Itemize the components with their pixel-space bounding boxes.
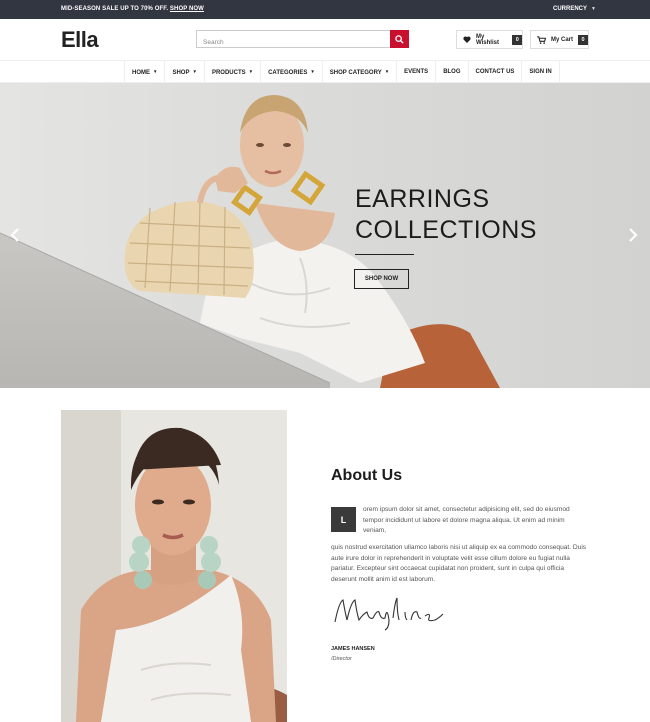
shop-now-button[interactable]: SHOP NOW: [354, 269, 409, 289]
wishlist-button[interactable]: My Wishlist 0: [456, 30, 523, 49]
nav-item-shop[interactable]: SHOP ▼: [165, 61, 205, 83]
currency-dropdown[interactable]: CURRENCY ▼: [553, 6, 596, 12]
promo-text-wrap: MID-SEASON SALE UP TO 70% OFF. SHOP NOW: [61, 6, 204, 12]
nav-item-contact-us[interactable]: CONTACT US: [469, 61, 523, 83]
nav-item-home[interactable]: HOME ▼: [125, 61, 166, 83]
nav-item-categories[interactable]: CATEGORIES ▼: [261, 61, 323, 83]
site-header: Ella My Wishlist 0 My Cart 0: [0, 19, 650, 61]
cart-icon: [537, 35, 546, 44]
nav-item-events[interactable]: EVENTS: [397, 61, 437, 83]
logo-text: Ell: [61, 27, 87, 52]
chevron-right-icon: [629, 228, 638, 242]
nav-label: EVENTS: [404, 69, 429, 75]
cart-button[interactable]: My Cart 0: [530, 30, 589, 49]
nav-item-blog[interactable]: BLOG: [436, 61, 469, 83]
signature-image: [334, 597, 444, 631]
chevron-down-icon: ▼: [591, 6, 596, 12]
nav-item-sign-in[interactable]: SIGN IN: [522, 61, 560, 83]
logo-last-letter: a: [86, 27, 99, 52]
main-nav: HOME ▼ SHOP ▼ PRODUCTS ▼ CATEGORIES ▼ SHOP C…: [0, 61, 650, 83]
hero-title-line2: COLLECTIONS: [355, 216, 537, 244]
search-box: [196, 30, 409, 51]
hero-divider: [355, 254, 414, 255]
hero-title-line1: EARRINGS: [355, 185, 490, 213]
chevron-down-icon: ▼: [310, 69, 315, 74]
nav-label: SIGN IN: [529, 69, 552, 75]
nav-item-products[interactable]: PRODUCTS ▼: [205, 61, 262, 83]
about-image: [61, 410, 287, 722]
search-input[interactable]: [197, 34, 387, 51]
promo-shop-now-link[interactable]: SHOP NOW: [170, 6, 204, 12]
nav-item-shop-category[interactable]: SHOP CATEGORY ▼: [323, 61, 398, 83]
slider-prev-button[interactable]: [10, 228, 20, 245]
dropcap: L: [331, 507, 356, 532]
about-paragraph-1: orem ipsum dolor sit amet, consectetur a…: [363, 506, 570, 534]
author-name: JAMES HANSEN: [331, 646, 375, 652]
chevron-left-icon: [10, 228, 19, 242]
nav-label: SHOP: [172, 70, 190, 76]
hero-image: [0, 83, 650, 388]
search-icon: [395, 34, 404, 44]
search-button[interactable]: [390, 30, 409, 48]
site-logo[interactable]: Ella: [61, 27, 99, 53]
chevron-down-icon: ▼: [153, 69, 158, 74]
author-role: /Director: [331, 656, 352, 662]
cart-count-badge: 0: [578, 34, 588, 45]
about-title: About Us: [331, 467, 403, 484]
nav-label: BLOG: [443, 69, 461, 75]
chevron-down-icon: ▼: [192, 69, 197, 74]
promo-bar: MID-SEASON SALE UP TO 70% OFF. SHOP NOW …: [0, 0, 650, 19]
promo-text: MID-SEASON SALE UP TO 70% OFF.: [61, 6, 169, 12]
nav-label: SHOP CATEGORY: [329, 70, 382, 76]
nav-label: HOME: [132, 70, 150, 76]
chevron-down-icon: ▼: [384, 69, 390, 74]
nav-label: PRODUCTS: [211, 70, 246, 76]
heart-icon: [463, 36, 471, 43]
signature: [331, 592, 446, 637]
about-portrait: [61, 410, 287, 722]
wishlist-label: My Wishlist: [476, 33, 499, 46]
about-paragraph-2: quis nostrud exercitation ullamco labori…: [331, 544, 587, 583]
nav-label: CONTACT US: [475, 69, 515, 75]
hero-title: EARRINGS COLLECTIONS: [355, 184, 537, 246]
nav-label: CATEGORIES: [268, 70, 308, 76]
chevron-down-icon: ▼: [248, 69, 254, 74]
hero-slider: EARRINGS COLLECTIONS SHOP NOW: [0, 83, 650, 388]
wishlist-count-badge: 0: [512, 34, 522, 45]
cart-label: My Cart: [551, 36, 574, 43]
currency-label: CURRENCY: [553, 6, 588, 12]
slider-next-button[interactable]: [628, 228, 638, 245]
